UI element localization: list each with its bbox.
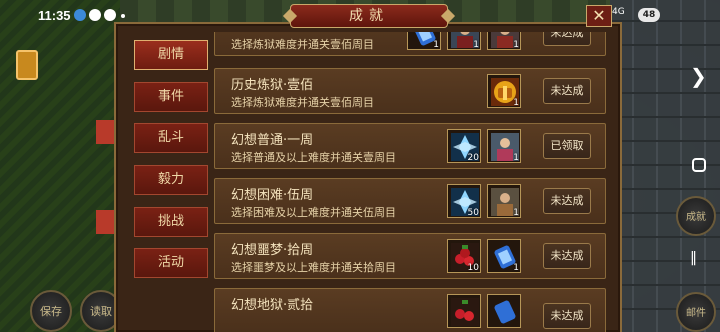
reward-quantity: 1 [433,40,439,50]
achievement-description: 选择普通及以上难度并通关壹周目 [231,151,396,164]
achievement-description: 选择炼狱难度并通关壹佰周目 [231,38,374,51]
ghost-notification-icon [89,9,101,21]
reward-scroll-icon[interactable]: 1 [407,32,441,50]
tab-perseverance[interactable]: 毅力 [134,165,208,195]
army-flag-icon [96,120,114,144]
reward-quantity: 1 [473,40,479,50]
network-indicator: 4G [612,7,625,17]
achievement-row: 选择炼狱难度并通关壹佰周目 1 1 1 未达成 [214,32,606,56]
achievement-description: 选择炼狱难度并通关壹佰周目 [231,96,374,109]
tab-brawl[interactable]: 乱斗 [134,123,208,153]
mail-button-label: 邮件 [686,308,706,319]
tab-story[interactable]: 剧情 [134,40,208,70]
reward-quantity: 50 [467,208,479,218]
treasure-badge-icon[interactable] [16,50,38,80]
category-sidebar: 剧情 事件 乱斗 毅力 挑战 活动 [128,32,214,332]
reward-quantity: 1 [513,208,519,218]
reward-scroll-icon[interactable] [487,294,521,328]
achievement-status-button[interactable]: 已领取 [543,133,591,159]
achievement-list[interactable]: 选择炼狱难度并通关壹佰周目 1 1 1 未达成 历史炼狱·壹佰 选择炼狱难度并通… [214,32,608,332]
reward-fruit-icon[interactable] [447,294,481,328]
reward-quantity: 1 [513,40,519,50]
app-notification-icon [74,9,86,21]
tab-label: 活动 [157,255,184,270]
reward-crystal-icon[interactable]: 50 [447,184,481,218]
achievement-title: 幻想困难·伍周 [231,188,314,203]
close-icon: ✕ [592,6,606,25]
reward-quantity: 1 [513,153,519,163]
tab-label: 剧情 [157,47,184,62]
reward-quantity: 1 [513,98,519,108]
achievement-status-button[interactable]: 未达成 [543,78,591,104]
ghost-notification-icon [104,9,116,21]
menu-lines-icon[interactable]: ‖ [690,250,698,266]
achievement-status-button[interactable]: 未达成 [543,303,591,329]
reward-general-portrait-icon[interactable]: 1 [487,184,521,218]
game-screen: 保存 读取 11:35 4G 48 成就 ✕ 剧情 事件 乱斗 毅力 挑战 活动… [0,0,720,332]
reward-gold-treasure-icon[interactable]: 1 [487,74,521,108]
reward-quantity: 20 [467,153,479,163]
achievement-row: 幻想普通·一周 选择普通及以上难度并通关壹周目 20 1 已领取 [214,123,606,169]
achievement-title: 历史炼狱·壹佰 [231,78,314,93]
achievement-status-button[interactable]: 未达成 [543,243,591,269]
tab-label: 乱斗 [157,130,184,145]
reward-crystal-icon[interactable]: 20 [447,129,481,163]
achievement-title: 幻想噩梦·拾周 [231,243,314,258]
reward-fruit-icon[interactable]: 10 [447,239,481,273]
tab-label: 挑战 [157,214,184,229]
achievement-description: 选择噩梦及以上难度并通关拾周目 [231,261,396,274]
achievement-title: 幻想地狱·贰拾 [231,298,314,313]
save-button[interactable]: 保存 [30,290,72,332]
battery-indicator: 48 [638,8,660,22]
achievement-status-button[interactable]: 未达成 [543,32,591,46]
reward-general-portrait-icon[interactable]: 1 [487,129,521,163]
recent-apps-icon[interactable] [692,158,706,172]
reward-quantity: 1 [513,263,519,273]
achievement-row: 幻想噩梦·拾周 选择噩梦及以上难度并通关拾周目 10 1 未达成 [214,233,606,279]
achievement-description: 选择困难及以上难度并通关伍周目 [231,206,396,219]
load-button-label: 读取 [90,305,112,318]
panel-title: 成就 [290,4,448,28]
achievement-row: 幻想困难·伍周 选择困难及以上难度并通关伍周目 50 1 未达成 [214,178,606,224]
more-notifications-icon [121,14,125,18]
save-button-label: 保存 [40,305,62,318]
close-button[interactable]: ✕ [586,5,612,27]
reward-general-portrait-icon[interactable]: 1 [447,32,481,50]
reward-quantity: 10 [467,263,479,273]
tab-label: 事件 [157,89,184,104]
achievement-row: 幻想地狱·贰拾 未达成 [214,288,606,332]
reward-scroll-icon[interactable]: 1 [487,239,521,273]
tab-label: 毅力 [157,172,184,187]
tab-challenge[interactable]: 挑战 [134,207,208,237]
achievement-status-button[interactable]: 未达成 [543,188,591,214]
tab-events[interactable]: 事件 [134,82,208,112]
tab-activity[interactable]: 活动 [134,248,208,278]
army-flag-icon [96,210,114,234]
mail-button[interactable]: 邮件 [676,292,716,332]
reward-general-portrait-icon[interactable]: 1 [487,32,521,50]
achievement-row: 历史炼狱·壹佰 选择炼狱难度并通关壹佰周目 1 未达成 [214,68,606,114]
clock: 11:35 [38,8,71,23]
achievement-shortcut-button[interactable]: 成就 [676,196,716,236]
chevron-right-icon[interactable]: ❯ [690,64,707,88]
achievement-title: 幻想普通·一周 [231,133,314,148]
achievement-shortcut-label: 成就 [686,212,706,223]
